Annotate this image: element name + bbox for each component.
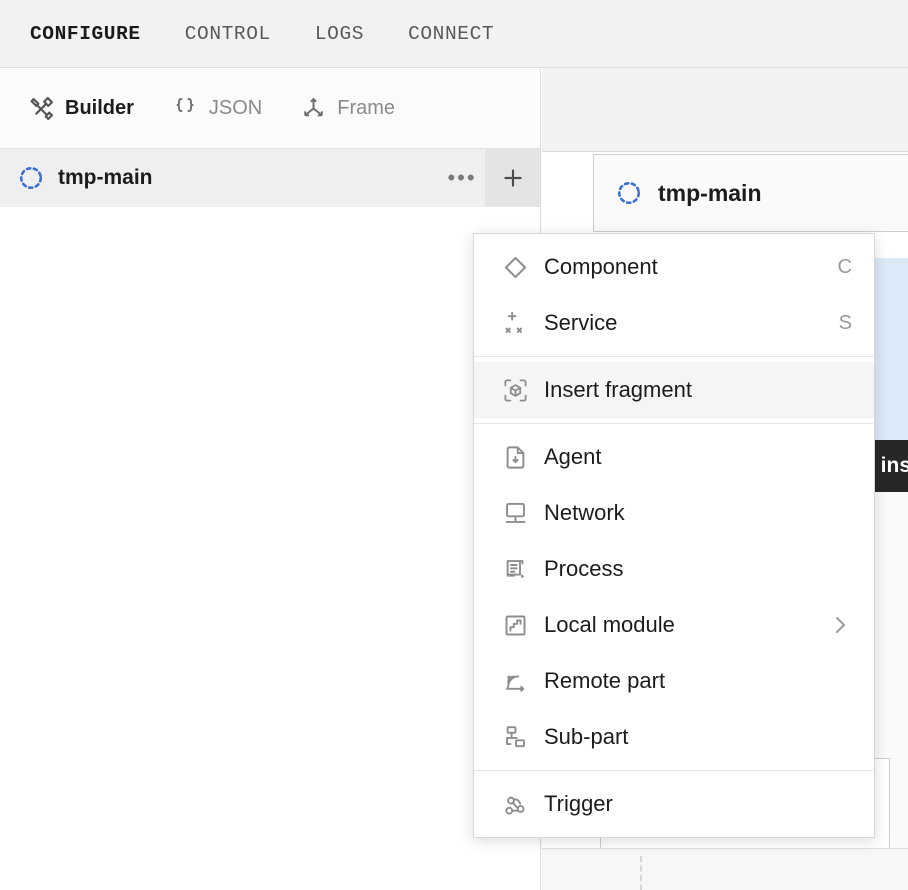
menu-separator bbox=[474, 770, 874, 771]
chevron-right-icon bbox=[828, 613, 852, 637]
tree-row-more-icon[interactable]: ••• bbox=[439, 155, 485, 201]
editor-mode-bar: Builder JSON bbox=[0, 68, 540, 149]
menu-item-local-module-label: Local module bbox=[544, 612, 828, 638]
add-node-menu[interactable]: Component C Service S bbox=[473, 233, 875, 838]
menu-item-network-label: Network bbox=[544, 500, 852, 526]
menu-separator bbox=[474, 356, 874, 357]
menu-item-sub-part[interactable]: Sub-part bbox=[474, 709, 874, 765]
menu-item-agent[interactable]: Agent bbox=[474, 429, 874, 485]
canvas-header-strip bbox=[542, 68, 908, 152]
left-panel: Builder JSON bbox=[0, 68, 541, 890]
nav-tab-configure[interactable]: CONFIGURE bbox=[30, 23, 141, 45]
menu-item-insert-fragment-label: Insert fragment bbox=[544, 377, 852, 403]
braces-icon bbox=[172, 95, 198, 121]
menu-item-component-shortcut: C bbox=[838, 256, 852, 279]
menu-item-component[interactable]: Component C bbox=[474, 239, 874, 295]
menu-item-remote-part[interactable]: Remote part bbox=[474, 653, 874, 709]
menu-item-service-shortcut: S bbox=[839, 312, 852, 335]
app-root: CONFIGURE CONTROL LOGS CONNECT Builder bbox=[0, 0, 908, 890]
primary-nav: CONFIGURE CONTROL LOGS CONNECT bbox=[0, 0, 908, 68]
mode-tab-json-label: JSON bbox=[209, 97, 262, 120]
menu-item-sub-part-label: Sub-part bbox=[544, 724, 852, 750]
dashed-circle-icon bbox=[18, 165, 44, 191]
tree-body bbox=[0, 207, 540, 890]
menu-item-process-label: Process bbox=[544, 556, 852, 582]
module-icon bbox=[501, 611, 529, 639]
webhook-icon bbox=[501, 790, 529, 818]
tools-icon bbox=[28, 95, 54, 121]
tree-add-button[interactable] bbox=[485, 149, 540, 207]
mode-tab-frame[interactable]: Frame bbox=[300, 95, 395, 121]
canvas-node-tmp-main[interactable]: tmp-main bbox=[593, 154, 908, 232]
diamond-icon bbox=[501, 253, 529, 281]
monitor-icon bbox=[501, 499, 529, 527]
menu-separator bbox=[474, 423, 874, 424]
script-play-icon bbox=[501, 555, 529, 583]
menu-item-trigger-label: Trigger bbox=[544, 791, 852, 817]
canvas-bottom-strip bbox=[542, 848, 908, 890]
nav-tab-control[interactable]: CONTROL bbox=[185, 23, 271, 45]
sparkle-icon bbox=[501, 309, 529, 337]
menu-item-component-label: Component bbox=[544, 254, 838, 280]
tree-row-tmp-main[interactable]: tmp-main ••• bbox=[0, 149, 540, 207]
tree-row-label: tmp-main bbox=[58, 166, 439, 190]
menu-item-network[interactable]: Network bbox=[474, 485, 874, 541]
mode-tab-builder[interactable]: Builder bbox=[28, 95, 134, 121]
mode-tab-json[interactable]: JSON bbox=[172, 95, 262, 121]
menu-item-service-label: Service bbox=[544, 310, 839, 336]
mode-tab-frame-label: Frame bbox=[337, 97, 395, 120]
menu-item-service[interactable]: Service S bbox=[474, 295, 874, 351]
nav-tab-logs[interactable]: LOGS bbox=[315, 23, 364, 45]
broadcast-icon bbox=[501, 667, 529, 695]
file-download-icon bbox=[501, 443, 529, 471]
canvas-dashed-column bbox=[640, 856, 642, 890]
axes-icon bbox=[300, 95, 326, 121]
menu-item-agent-label: Agent bbox=[544, 444, 852, 470]
nav-tab-connect[interactable]: CONNECT bbox=[408, 23, 494, 45]
menu-item-local-module[interactable]: Local module bbox=[474, 597, 874, 653]
menu-item-remote-part-label: Remote part bbox=[544, 668, 852, 694]
mode-tab-builder-label: Builder bbox=[65, 97, 134, 120]
cube-scan-icon bbox=[501, 376, 529, 404]
menu-item-trigger[interactable]: Trigger bbox=[474, 776, 874, 832]
menu-item-process[interactable]: Process bbox=[474, 541, 874, 597]
dashed-circle-icon bbox=[616, 180, 642, 206]
canvas-node-label: tmp-main bbox=[658, 180, 762, 207]
menu-item-insert-fragment[interactable]: Insert fragment bbox=[474, 362, 874, 418]
sub-part-icon bbox=[501, 723, 529, 751]
